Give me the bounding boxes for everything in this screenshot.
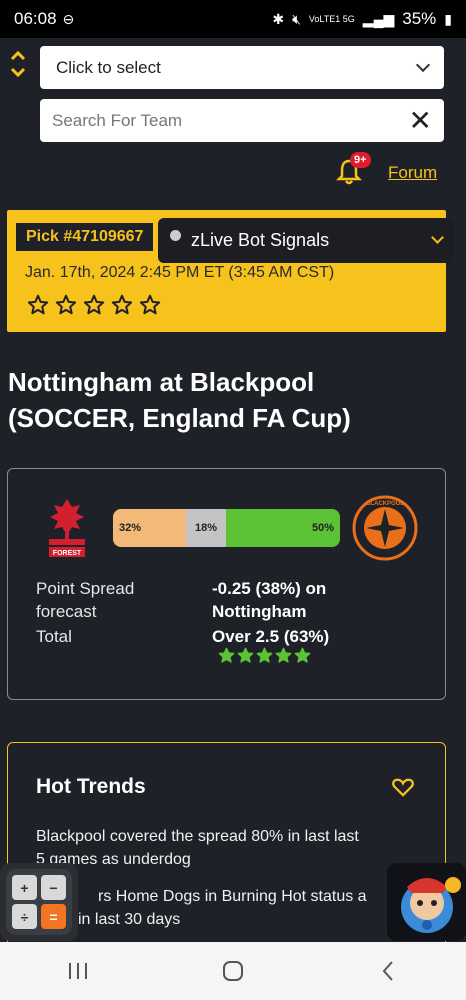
blackpool-logo: BLACKPOOL xyxy=(352,495,418,561)
notifications-button[interactable]: 9+ xyxy=(336,152,371,186)
plus-key-icon: + xyxy=(12,875,37,900)
nottingham-logo: FOREST xyxy=(49,499,85,557)
away-win-segment: 50% xyxy=(226,509,340,547)
spread-label-2: forecast xyxy=(36,602,97,621)
home-icon xyxy=(222,961,243,981)
nottingham-logo-text: FOREST xyxy=(53,550,82,557)
match-title: Nottingham at Blackpool (SOCCER, England… xyxy=(8,367,351,433)
spread-label-1: Point Spread xyxy=(36,579,135,598)
draw-pct: 18% xyxy=(195,522,218,534)
trend-line: 5 games as underdog xyxy=(36,851,191,868)
equals-key-icon: = xyxy=(41,904,66,929)
outcome-bar: 32% 18% 50% xyxy=(113,509,340,547)
status-bar: 06:08 ⊖ ✱ 🔇︎ VoLTE1 5G ▂▄▆ 35% ▮ xyxy=(0,0,466,38)
star-icon xyxy=(237,647,254,663)
total-label: Total xyxy=(36,627,72,646)
home-win-pct: 32% xyxy=(119,522,142,534)
search-placeholder: Search For Team xyxy=(52,110,183,130)
star-icon xyxy=(55,294,77,315)
battery-icon: ▮ xyxy=(444,10,452,27)
star-icon xyxy=(218,647,235,663)
star-icon xyxy=(27,294,49,315)
total-value: Over 2.5 (63%) xyxy=(212,627,330,646)
forum-link[interactable]: Forum xyxy=(388,163,437,183)
radio-dot-icon xyxy=(170,230,181,241)
dnd-icon: ⊖ xyxy=(62,10,75,27)
back-icon xyxy=(382,961,394,981)
star-icon xyxy=(83,294,105,315)
calculator-app-icon[interactable]: + − ÷ = xyxy=(0,863,78,941)
hot-trends-title: Hot Trends xyxy=(36,775,146,798)
pick-id: Pick #47109667 xyxy=(16,223,154,251)
chevron-up-icon xyxy=(10,50,26,61)
recent-apps-button[interactable] xyxy=(48,951,108,991)
league-select[interactable]: Click to select xyxy=(40,46,444,89)
away-win-pct: 50% xyxy=(311,522,334,534)
team-search-input[interactable]: Search For Team ✕ xyxy=(40,99,444,142)
back-button[interactable] xyxy=(358,951,418,991)
forecast-card: FOREST 32% 18% 50% BLACKPOOL Point Sprea… xyxy=(7,468,446,700)
home-win-segment: 32% xyxy=(113,509,186,547)
divide-key-icon: ÷ xyxy=(12,904,37,929)
bot-signals-label: zLive Bot Signals xyxy=(191,230,330,250)
heart-icon[interactable] xyxy=(392,777,414,797)
pick-rating xyxy=(27,294,161,316)
trend-line: in last 30 days xyxy=(78,911,181,928)
signal-icon: ▂▄▆ xyxy=(362,10,395,27)
minus-key-icon: − xyxy=(41,875,66,900)
star-icon xyxy=(256,647,273,663)
notification-badge: 9+ xyxy=(350,152,371,168)
system-navigation-bar xyxy=(0,942,466,1000)
spread-value-2: Nottingham xyxy=(212,602,307,621)
game-app-icon[interactable] xyxy=(387,863,466,941)
select-label: Click to select xyxy=(56,57,161,77)
clear-icon[interactable]: ✕ xyxy=(409,106,432,135)
trend-line: Blackpool covered the spread 80% in last… xyxy=(36,828,359,845)
trend-line: rs Home Dogs in Burning Hot status a xyxy=(98,888,367,905)
trend-item-2: rs Home Dogs in Burning Hot status a in … xyxy=(36,885,426,931)
chevron-down-icon xyxy=(431,231,444,244)
trend-item-1: Blackpool covered the spread 80% in last… xyxy=(36,825,426,871)
pick-date: Jan. 17th, 2024 2:45 PM ET (3:45 AM CST) xyxy=(25,264,335,281)
blackpool-logo-text: BLACKPOOL xyxy=(366,501,404,507)
home-button[interactable] xyxy=(203,951,263,991)
status-time: 06:08 xyxy=(14,9,57,28)
network-label: VoLTE1 5G xyxy=(308,14,355,24)
chevron-down-icon xyxy=(10,67,26,78)
forecast-rating xyxy=(218,647,311,664)
battery-level: 35% xyxy=(402,9,437,28)
mute-icon: 🔇︎ xyxy=(292,10,301,27)
bot-signals-dropdown[interactable]: zLive Bot Signals xyxy=(158,218,454,263)
sort-toggle[interactable] xyxy=(8,48,28,84)
star-icon xyxy=(294,647,311,663)
star-icon xyxy=(275,647,292,663)
game-character-icon xyxy=(387,863,466,941)
bluetooth-icon: ✱ xyxy=(272,10,285,27)
chevron-down-icon xyxy=(415,57,431,72)
star-icon xyxy=(111,294,133,315)
star-icon xyxy=(139,294,161,315)
draw-segment: 18% xyxy=(185,509,227,547)
spread-value-1: -0.25 (38%) on xyxy=(212,579,327,598)
recent-apps-icon xyxy=(68,963,87,979)
